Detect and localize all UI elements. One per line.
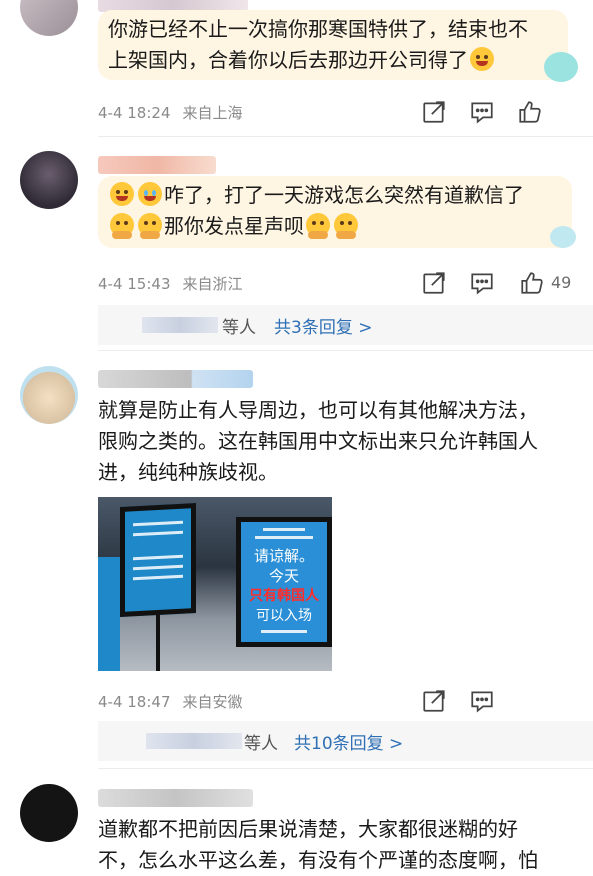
comment-text-line: 道歉都不把前因后果说清楚，大家都很迷糊的好 [98,817,518,841]
replies-prefix: 等人 [222,318,256,338]
comment-icon[interactable] [469,688,495,714]
replies-prefix: 等人 [244,734,278,754]
username[interactable] [98,156,216,174]
comment-text-line: 限购之类的。这在韩国用中文标出来只允许韩国人 [98,429,538,453]
laugh-cry-emoji-icon [138,182,162,206]
divider [98,768,593,769]
username[interactable] [98,789,253,807]
comment-text: 你游已经不止一次搞你那寒国特供了，结束也不 上架国内，合着你以后去那边开公司得了 [98,10,568,80]
laugh-cry-emoji-icon [110,182,134,206]
avatar[interactable] [20,151,78,209]
comment-icon[interactable] [469,270,495,296]
comment-location: 来自浙江 [182,275,243,293]
replies-link[interactable]: 共10条回复 > [294,729,403,754]
comment-meta: 4-4 18:47 来自安徽 [98,691,243,712]
divider [98,350,593,351]
comment-text-line: 就算是防止有人导周边，也可以有其他解决方法， [98,398,538,422]
sign-text-line: 请谅解。 [253,547,314,565]
comment-text: 咋了，打了一天游戏怎么突然有道歉信了 那你发点星声呗 [98,176,572,246]
sticker-icon [544,52,578,82]
like-icon[interactable] [517,99,543,125]
comment-date: 4-4 18:24 [98,104,171,122]
grin-emoji-icon [470,47,494,71]
comment-text-line: 不，怎么水平这么差，有没有个严谨的态度啊，怕 [98,848,538,872]
replies-link[interactable]: 共3条回复 > [274,313,372,338]
comment-text-line: 你游已经不止一次搞你那寒国特供了，结束也不 [108,17,528,41]
sign-text-line: 只有韩国人 [249,588,319,604]
crying-emoji-icon [110,213,134,239]
crying-emoji-icon [334,213,358,239]
avatar[interactable] [20,366,78,424]
sign-text-line: 今天 [268,567,299,585]
comment-date: 4-4 15:43 [98,275,171,293]
sign-left [120,503,196,617]
comment-text: 就算是防止有人导周边，也可以有其他解决方法， 限购之类的。这在韩国用中文标出来只… [98,395,538,488]
comment-location: 来自上海 [182,104,243,122]
share-icon[interactable] [421,688,447,714]
comment-text-line: 上架国内，合着你以后去那边开公司得了 [108,45,558,76]
comment-icon[interactable] [469,99,495,125]
comment-text: 道歉都不把前因后果说清楚，大家都很迷糊的好 不，怎么水平这么差，有没有个严谨的态… [98,814,538,876]
comment-bubble: 咋了，打了一天游戏怎么突然有道歉信了 那你发点星声呗 [98,176,572,248]
share-icon[interactable] [421,99,447,125]
replies-box[interactable]: 等人 共10条回复 > [98,721,593,761]
comment-meta: 4-4 15:43 来自浙江 [98,273,243,294]
share-icon[interactable] [421,270,447,296]
sign-right: 请谅解。 今天 只有韩国人 可以入场 [236,517,332,647]
comment-text-line: 进，纯纯种族歧视。 [98,460,278,484]
comment-text-line: 那你发点星声呗 [164,214,304,238]
comment-text-line: 咋了，打了一天游戏怎么突然有道歉信了 [164,183,524,207]
reply-user-names [142,317,218,333]
avatar[interactable] [20,0,78,36]
avatar[interactable] [20,784,78,842]
sign-text-line: 可以入场 [256,608,312,624]
divider [98,136,593,137]
sticker-icon [550,226,576,248]
like-count: 49 [551,273,572,292]
crying-emoji-icon [306,213,330,239]
comment-photo[interactable]: 请谅解。 今天 只有韩国人 可以入场 [98,497,332,671]
comment-date: 4-4 18:47 [98,693,171,711]
comment-meta: 4-4 18:24 来自上海 [98,102,243,123]
comment-bubble: 你游已经不止一次搞你那寒国特供了，结束也不 上架国内，合着你以后去那边开公司得了 [98,10,568,80]
crying-emoji-icon [138,213,162,239]
reply-user-names [146,733,242,749]
comment-text-line: 上架国内，合着你以后去那边开公司得了 [108,48,468,72]
comment-location: 来自安徽 [182,693,243,711]
comment-text-line: 那你发点星声呗 [108,211,562,242]
comment-text-line: 咋了，打了一天游戏怎么突然有道歉信了 [108,180,562,211]
like-icon[interactable] [519,270,545,296]
username[interactable] [98,370,253,388]
replies-box[interactable]: 等人 共3条回复 > [98,305,593,345]
